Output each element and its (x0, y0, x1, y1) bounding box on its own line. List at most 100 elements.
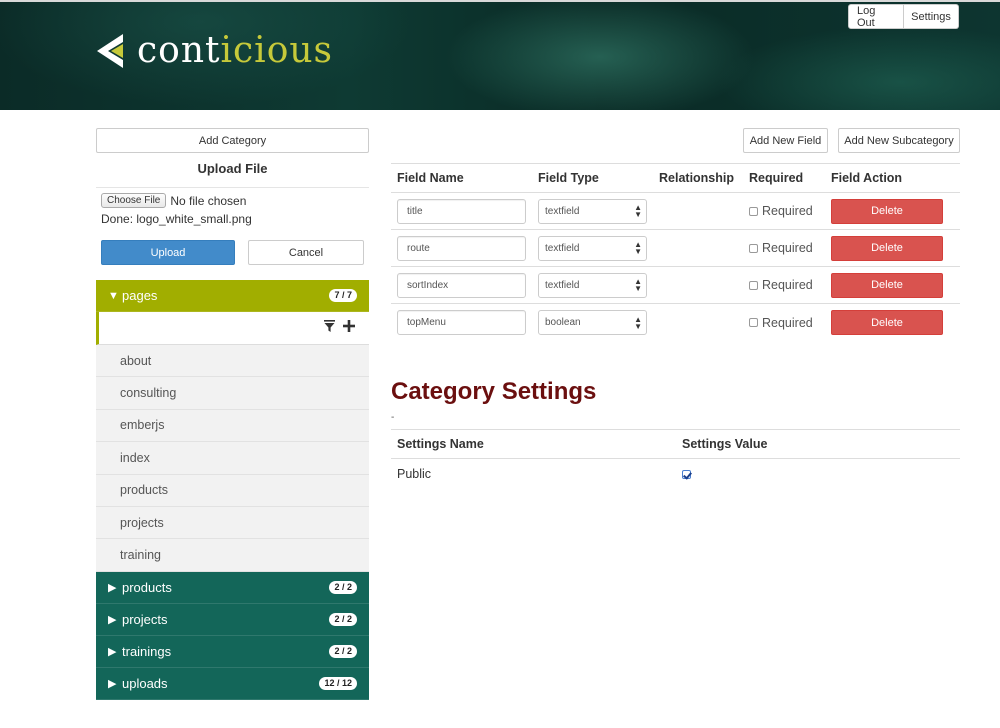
select-value: textfield (545, 279, 580, 291)
required-label: Required (762, 204, 813, 218)
column-header: Settings Name (397, 437, 484, 451)
add-category-button[interactable]: Add Category (96, 128, 369, 153)
settings-button[interactable]: Settings (904, 4, 959, 29)
upload-buttons: Upload Cancel (96, 240, 369, 265)
fields-table: Field Name Field Type Relationship Requi… (391, 163, 960, 341)
table-row: sortIndex textfield ▲ ▼ Required Delete (391, 267, 960, 304)
caret-right-icon: ▶ (108, 613, 117, 626)
group-projects[interactable]: ▶ projects 2 / 2 (96, 603, 369, 636)
group-pages[interactable]: ▼ pages 7 / 7 (96, 280, 369, 312)
plus-icon[interactable] (343, 319, 355, 337)
required-label: Required (762, 278, 813, 292)
delete-button[interactable]: Delete (831, 198, 943, 224)
select-value: boolean (545, 317, 581, 328)
select-arrows-icon: ▲ ▼ (634, 203, 642, 219)
table-row: route textfield ▲ ▼ Required Delete (391, 230, 960, 267)
field-name-input[interactable]: route (397, 235, 526, 261)
column-header: Field Action (831, 171, 903, 185)
logo[interactable]: conticious (95, 30, 333, 72)
select-arrows-icon: ▲ ▼ (634, 277, 642, 293)
caret-right-icon: ▶ (108, 581, 117, 594)
group-label: trainings (122, 643, 172, 659)
count-badge: 7 / 7 (329, 289, 357, 302)
field-name-input[interactable]: sortIndex (397, 272, 526, 298)
public-checkbox[interactable] (682, 469, 691, 479)
table-row: topMenu boolean ▲ ▼ Required Delete (391, 304, 960, 341)
field-name-input[interactable]: title (397, 198, 526, 224)
list-item[interactable]: training (96, 539, 369, 572)
delete-button[interactable]: Delete (831, 235, 943, 261)
select-value: textfield (545, 205, 580, 217)
group-label: pages (122, 288, 158, 303)
required-checkbox-group[interactable]: Required (749, 278, 813, 292)
column-header: Field Type (538, 171, 599, 185)
add-new-subcategory-button[interactable]: Add New Subcategory (838, 128, 960, 153)
upload-done-text: Done: logo_white_small.png (101, 212, 252, 226)
list-item[interactable]: about (96, 345, 369, 378)
group-trainings[interactable]: ▶ trainings 2 / 2 (96, 635, 369, 668)
column-header: Settings Value (682, 437, 768, 451)
required-checkbox-group[interactable]: Required (749, 316, 813, 330)
delete-button[interactable]: Delete (831, 310, 943, 335)
field-type-select[interactable]: boolean ▲ ▼ (538, 310, 647, 335)
caret-right-icon: ▶ (108, 677, 117, 690)
group-uploads[interactable]: ▶ uploads 12 / 12 (96, 667, 369, 700)
required-checkbox[interactable] (749, 280, 758, 290)
add-new-field-button[interactable]: Add New Field (743, 128, 828, 153)
category-settings-dash: - (391, 412, 395, 423)
count-badge: 2 / 2 (329, 580, 357, 594)
select-arrows-icon: ▲ ▼ (634, 314, 642, 331)
divider (96, 187, 369, 188)
cancel-button[interactable]: Cancel (248, 240, 364, 265)
filter-icon[interactable] (324, 319, 335, 337)
file-input-row: Choose File No file chosen (101, 193, 369, 208)
required-checkbox[interactable] (749, 206, 758, 216)
left-panel: Add Category Upload File Choose File No … (96, 128, 369, 700)
upload-button[interactable]: Upload (101, 240, 235, 265)
setting-name: Public (397, 467, 432, 481)
required-checkbox[interactable] (749, 243, 758, 253)
caret-right-icon: ▶ (108, 645, 117, 658)
group-products[interactable]: ▶ products 2 / 2 (96, 571, 369, 604)
category-tree: ▼ pages 7 / 7 about consulting emberjs i… (96, 280, 369, 700)
category-settings-title: Category Settings (391, 378, 597, 405)
chevron-logo-icon (95, 32, 125, 70)
list-item[interactable]: index (96, 442, 369, 475)
count-badge: 2 / 2 (329, 612, 357, 626)
column-header: Required (749, 171, 804, 185)
group-label: products (122, 579, 172, 595)
list-item[interactable]: products (96, 474, 369, 507)
file-status: No file chosen (170, 193, 247, 208)
choose-file-button[interactable]: Choose File (101, 193, 167, 208)
field-type-select[interactable]: textfield ▲ ▼ (538, 198, 647, 224)
list-item[interactable]: consulting (96, 377, 369, 410)
top-button-group: Log Out Settings (848, 4, 959, 29)
required-label: Required (762, 315, 813, 330)
group-label: projects (122, 611, 168, 627)
logo-text: conticious (137, 30, 334, 71)
select-arrows-icon: ▲ ▼ (634, 240, 642, 256)
table-header: Field Name Field Type Relationship Requi… (391, 163, 960, 193)
group-toolbar (96, 312, 369, 345)
table-row: title textfield ▲ ▼ Required Delete (391, 193, 960, 230)
list-item[interactable]: projects (96, 506, 369, 540)
table-header: Settings Name Settings Value (391, 429, 960, 459)
count-badge: 2 / 2 (329, 644, 357, 658)
column-header: Relationship (659, 171, 735, 185)
list-item[interactable]: emberjs (96, 409, 369, 443)
table-row: Public (391, 459, 960, 489)
required-label: Required (762, 241, 813, 255)
logout-button[interactable]: Log Out (848, 4, 904, 29)
column-header: Field Name (397, 171, 464, 185)
caret-down-icon: ▼ (108, 289, 119, 302)
select-value: textfield (545, 242, 580, 254)
settings-table: Settings Name Settings Value Public (391, 429, 960, 489)
required-checkbox-group[interactable]: Required (749, 241, 813, 255)
delete-button[interactable]: Delete (831, 272, 943, 298)
field-name-input[interactable]: topMenu (397, 310, 526, 335)
field-type-select[interactable]: textfield ▲ ▼ (538, 235, 647, 261)
required-checkbox-group[interactable]: Required (749, 204, 813, 218)
count-badge: 12 / 12 (319, 676, 357, 690)
required-checkbox[interactable] (749, 318, 758, 327)
field-type-select[interactable]: textfield ▲ ▼ (538, 272, 647, 298)
